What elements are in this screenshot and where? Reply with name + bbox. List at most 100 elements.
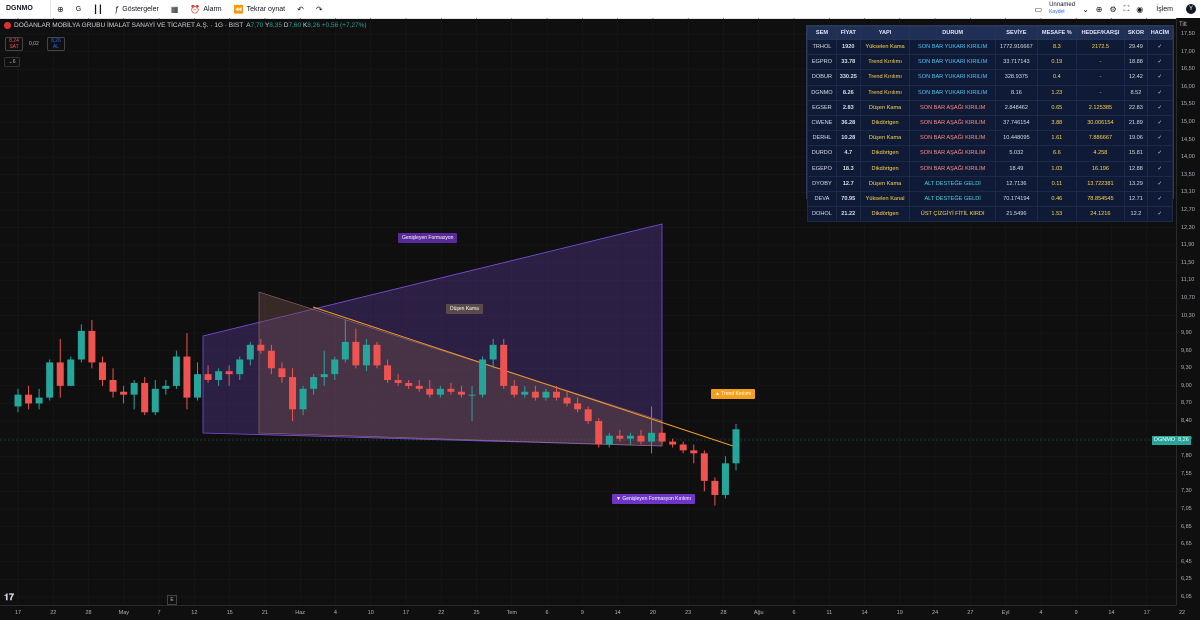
scanner-header-cell[interactable]: HACİM [1146, 26, 1174, 40]
scanner-cell-sem: DOBUR [807, 69, 837, 86]
scanner-cell-durum: SON BAR YUKARI KIRILIM [909, 54, 996, 71]
candle-body [289, 377, 297, 410]
candle-body [320, 374, 328, 378]
candle-body [299, 388, 307, 410]
genisleyen-kirilimi-label[interactable]: ▼ Genişleyen Formasyon Kırılımı [612, 494, 695, 504]
scanner-cell-fiyat: 1920 [835, 38, 861, 56]
scanner-cell-durum: ALT DESTEĞE GELDİ [909, 175, 996, 192]
scanner-row[interactable]: DOBUR 330.25 Trend Kırılımı SON BAR YUKARI … [807, 69, 1174, 86]
price-axis-label: 9,30 [1181, 365, 1192, 372]
time-axis-label: 24 [932, 610, 939, 616]
price-axis-label: 16,50 [1181, 66, 1195, 73]
candle-body [711, 480, 719, 495]
sell-button[interactable]: 8,24 SAT [5, 37, 23, 51]
quick-search-icon[interactable]: ⊕ [1096, 5, 1103, 14]
fullscreen-icon[interactable]: ⛶ [1124, 4, 1130, 14]
scanner-row[interactable]: DURDO 4.7 Dikdörtgen SON BAR AŞAĞI KIRILIM 5… [807, 145, 1174, 162]
templates-button[interactable]: ▦ [165, 0, 185, 18]
scanner-header-cell[interactable]: SEVİYE [994, 26, 1038, 40]
time-axis-label: 12 [191, 610, 198, 616]
scanner-cell-mesafe: 1.53 [1036, 206, 1077, 223]
event-marker[interactable]: E [167, 595, 177, 605]
scanner-cell-yapi: Dikdörtgen [859, 114, 911, 132]
scanner-row[interactable]: CWENE 36.28 Dikdörtgen SON BAR AŞAĞI KIRILI… [807, 114, 1174, 132]
tradingview-logo[interactable]: 𝟏𝟕 [4, 592, 14, 603]
indicators-button[interactable]: ƒ Göstergeler [109, 0, 165, 18]
scanner-cell-mesafe: 0.46 [1036, 190, 1077, 208]
price-axis-label: 9,00 [1181, 382, 1192, 389]
scanner-cell-durum: SON BAR AŞAĞI KIRILIM [909, 99, 996, 116]
symbol-search-button[interactable]: DGNMO [0, 0, 51, 18]
open-value: 7,70 [250, 22, 264, 29]
settings-icon[interactable]: ⚙ [1110, 5, 1117, 14]
time-axis-label: 20 [649, 610, 656, 616]
scanner-cell-hacim: ✓ [1146, 54, 1174, 71]
scanner-header-cell[interactable]: YAPI [859, 26, 911, 40]
scanner-row[interactable]: DYOBY 12.7 Düşen Kama ALT DESTEĞE GELDİ 12.7… [807, 175, 1174, 192]
low-value: 7,60 [288, 22, 302, 29]
candle-body [468, 394, 476, 396]
candle-body [436, 388, 444, 395]
scanner-header-cell[interactable]: DURUM [909, 26, 996, 40]
layout-icon[interactable]: ▭ [1035, 5, 1043, 14]
undo-button[interactable]: ↶ [291, 0, 310, 18]
scanner-cell-hacim: ✓ [1146, 145, 1174, 162]
candle-body [98, 362, 106, 381]
scanner-cell-seviye: 70.174194 [994, 190, 1038, 208]
price-axis-label: 14,00 [1181, 154, 1195, 161]
redo-button[interactable]: ↷ [310, 0, 329, 18]
scanner-cell-mesafe: 1.23 [1036, 84, 1077, 101]
price-axis-label: 6,05 [1181, 594, 1192, 600]
scanner-row[interactable]: EGPRO 33.78 Trend Kırılımı SON BAR YUKARI K… [807, 54, 1174, 71]
candle-body [341, 341, 349, 360]
candle-body [531, 391, 539, 398]
genisleyen-formasyon-label[interactable]: Genişleyen Formasyon [398, 233, 458, 243]
alert-button[interactable]: ⏰ Alarm [184, 0, 227, 18]
scanner-header-cell[interactable]: FİYAT [835, 26, 861, 40]
trade-button[interactable]: İşlem [1150, 0, 1179, 18]
dusen-kama-label[interactable]: Düşen Kama [446, 304, 483, 314]
price-axis[interactable]: 17,50 17,00 16,50 16,00 15,50 15,00 14,50 14,00… [1176, 18, 1200, 605]
scanner-cell-hedef: - [1075, 69, 1126, 86]
price-axis-label: 16,00 [1181, 83, 1195, 90]
compare-button[interactable]: ⊕ [51, 0, 70, 18]
candle-body [394, 380, 402, 383]
interval-button[interactable]: G [70, 0, 87, 18]
close-value: 8,26 [307, 22, 320, 29]
scanner-row[interactable]: DOHOL 21.22 Dikdörtgen ÜST ÇİZGİYİ FİTİL KI… [807, 206, 1174, 223]
scanner-cell-sem: DERHL [807, 130, 837, 147]
scanner-row[interactable]: DEVA 70.95 Yükselen Kanal ALT DESTEĞE GELDİ… [807, 190, 1174, 208]
scanner-row[interactable]: TRHOL 1920 Yükselen Kama SON BAR YUKARI KIR… [807, 38, 1174, 56]
time-axis[interactable]: 17 22 28 May 7 12 15 21 Haz 4 10 17 22 25 Tem 6 9 14 20 23 2… [0, 605, 1185, 620]
buy-button[interactable]: 8,26 AL [47, 37, 65, 51]
layout-name-button[interactable]: Unnamed Kaydet [1049, 2, 1075, 16]
scanner-row[interactable]: DERHL 10.28 Düşen Kama SON BAR AŞAĞI KIRILI… [807, 130, 1174, 147]
scanner-header-cell[interactable]: HEDEF/KARŞI [1075, 26, 1126, 40]
trend-kirilimi-label[interactable]: ▲ Trend Kırılımı [711, 389, 756, 399]
scanner-row[interactable]: EGEPO 18.3 Dikdörtgen SON BAR AŞAĞI KIRILIM… [807, 160, 1174, 177]
tilt-button[interactable]: Tilt [1176, 18, 1200, 33]
alert-label: Alarm [203, 5, 222, 13]
candle-body [690, 450, 698, 454]
scanner-header-cell[interactable]: SKOR [1124, 26, 1148, 40]
scanner-cell-sem: DURDO [807, 145, 837, 162]
scanner-row[interactable]: EGSER 2.83 Düşen Kama SON BAR AŞAĞI KIRILIM… [807, 99, 1174, 116]
symbol-title[interactable]: DOĞANLAR MOBİLYA GRUBU İMALAT SANAYİ VE … [14, 22, 243, 29]
avatar[interactable]: Y [1186, 4, 1196, 14]
scanner-header-cell[interactable]: MESAFE % [1036, 26, 1077, 40]
scanner-cell-skor: 12.71 [1124, 190, 1148, 208]
legend-collapse-button[interactable]: ⌄6 [4, 57, 20, 67]
scanner-row[interactable]: DGNMO 8.26 Trend Kırılımı SON BAR YUKARI KI… [807, 84, 1174, 101]
scanner-cell-sem: TRHOL [807, 38, 837, 56]
time-axis-label: 28 [720, 610, 727, 616]
scanner-header-cell[interactable]: SEM [807, 26, 837, 40]
candle-body [669, 441, 677, 445]
replay-button[interactable]: ⏪ Tekrar oynat [228, 0, 292, 18]
chevron-down-icon[interactable]: ⌄ [1082, 5, 1089, 14]
scanner-cell-durum: SON BAR YUKARI KIRILIM [909, 84, 996, 101]
camera-icon[interactable]: ◉ [1136, 5, 1143, 14]
chart-type-button[interactable]: ┃┃ [87, 0, 109, 18]
scanner-cell-hedef: 4.258 [1075, 145, 1126, 162]
time-axis-label: Haz [295, 610, 306, 616]
scanner-cell-fiyat: 36.28 [835, 114, 861, 132]
